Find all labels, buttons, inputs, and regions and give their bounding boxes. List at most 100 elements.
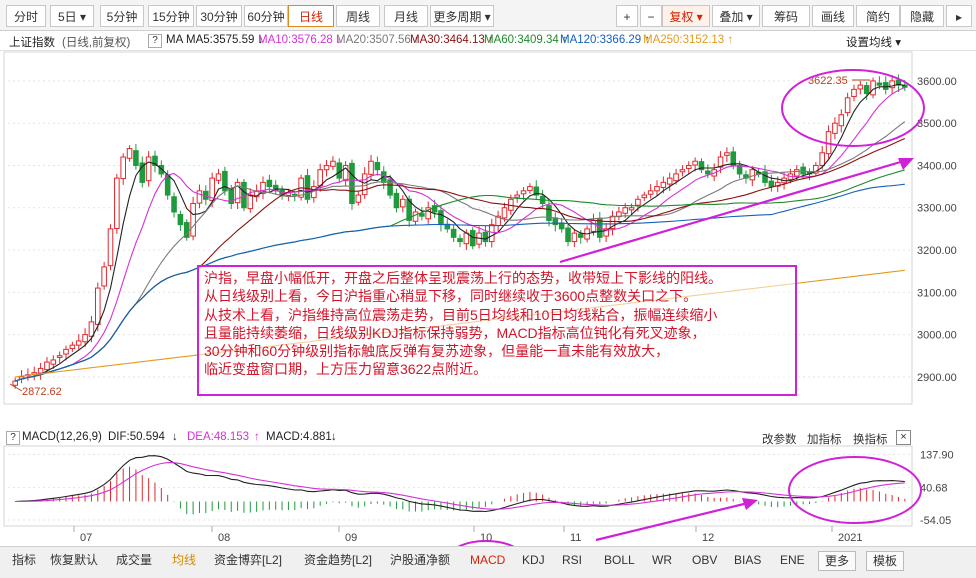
help-icon[interactable]: ? [148, 34, 162, 48]
candle-body [685, 164, 692, 169]
indicator-tab-5[interactable]: 资金趋势[L2] [304, 551, 372, 569]
macd-dea-arrow: ↑ [254, 431, 260, 443]
period-tab-3[interactable]: 15分钟 [148, 5, 194, 27]
candle-body [832, 122, 838, 134]
price-axis-label: 3200.00 [917, 245, 957, 257]
toolbar-tool-1[interactable]: − [640, 5, 662, 27]
period-tab-9[interactable]: 更多周期 ▾ [430, 5, 494, 27]
indicator-tab-10[interactable]: BOLL [604, 551, 635, 569]
toolbar-tool-6[interactable]: 简约 [856, 5, 900, 27]
toolbar: 分时 5日 ▾ 5分钟 15分钟 30分钟 60分钟 日线 周线 月线 更多周期 ▾ + − 复权 ▾ 叠… [0, 0, 976, 31]
toolbar-more-icon[interactable]: ▸ [946, 5, 972, 27]
ma-item-text: MA30:3464.13 [410, 34, 489, 46]
candle-body [368, 160, 374, 175]
ma-item-0: MA5:3575.59 ↓ [186, 34, 263, 46]
ma-item-6: MA250:3152.13 ↑ [643, 34, 733, 46]
period-tab-6[interactable]: 日线 [288, 5, 334, 27]
candle-body [844, 97, 851, 114]
trend-arrow-line [559, 159, 905, 264]
toolbar-tool-7[interactable]: 隐藏 [900, 5, 944, 27]
indicator-tab-16[interactable]: 模板 [866, 551, 905, 571]
macd-panel [15, 455, 906, 515]
indicator-tab-12[interactable]: OBV [692, 551, 717, 569]
toolbar-tool-0[interactable]: + [616, 5, 638, 27]
candle-body [44, 361, 50, 371]
candle-body [171, 196, 177, 213]
annotation-line: 临近变盘窗口期，上方压力留意3622点附近。 [204, 361, 488, 378]
indicator-tab-8[interactable]: KDJ [522, 551, 545, 569]
period-tab-4[interactable]: 30分钟 [196, 5, 242, 27]
indicator-tab-3[interactable]: 均线 [172, 551, 196, 569]
macd-dif-arrow: ↓ [172, 431, 178, 443]
candle-body [666, 177, 673, 185]
candle-body [546, 205, 552, 221]
candle-body [190, 203, 196, 237]
period-tab-5[interactable]: 60分钟 [244, 5, 288, 27]
ma-item-text: MA60:3409.34 [484, 34, 563, 46]
candle-body [196, 190, 203, 204]
toolbar-tool-3[interactable]: 叠加 ▾ [712, 5, 760, 27]
ma-item-1: MA10:3576.28 ↓ [258, 34, 342, 46]
period-tab-2[interactable]: 5分钟 [100, 5, 144, 27]
candle-body [876, 82, 883, 86]
candle-body [565, 227, 571, 243]
candle-body [660, 181, 667, 188]
toolbar-tool-5[interactable]: 画线 [812, 5, 854, 27]
indicator-tab-2[interactable]: 成交量 [116, 551, 152, 569]
candle-body [635, 198, 641, 206]
indicator-tab-0[interactable]: 指标 [12, 551, 36, 569]
price-axis-label: 3500.00 [917, 118, 957, 130]
indicator-tab-15[interactable]: 更多 [818, 551, 857, 571]
candle-body [361, 173, 368, 196]
indicator-tab-14[interactable]: ENE [780, 551, 805, 569]
candle-body [94, 287, 101, 325]
month-label: 12 [702, 532, 714, 544]
candle-body [323, 164, 330, 171]
indicator-tab-1[interactable]: 恢复默认 [50, 551, 98, 569]
toolbar-tool-2[interactable]: 复权 ▾ [662, 5, 710, 27]
ma-settings-button[interactable]: 设置均线 ▾ [846, 34, 901, 50]
ma-item-text: MA250:3152.13 [643, 34, 728, 46]
candle-body [870, 80, 876, 96]
candle-body [400, 198, 406, 208]
ma-item-text: MA5:3575.59 [186, 34, 258, 46]
ma-item-text: MA10:3576.28 [258, 34, 337, 46]
candle-body [863, 85, 870, 95]
candle-body [679, 169, 686, 173]
candle-body [654, 186, 660, 192]
macd-help-icon[interactable]: ? [6, 431, 20, 445]
indicator-tab-11[interactable]: WR [652, 551, 672, 569]
candle-body [450, 228, 457, 238]
candle-body [349, 162, 355, 205]
candle-body [558, 222, 565, 230]
close-icon[interactable]: × [896, 430, 911, 445]
candle-body [145, 156, 152, 182]
add-indicator-button[interactable]: 加指标 [807, 431, 842, 447]
ma-item-arrow: ↑ [727, 34, 734, 46]
ma-item-text: MA120:3366.29 [560, 34, 645, 46]
indicator-tab-6[interactable]: 沪股通净额 [390, 551, 450, 569]
month-label: 11 [570, 532, 581, 544]
switch-indicator-button[interactable]: 换指标 [853, 431, 888, 447]
candle-body [736, 164, 743, 175]
candle-body [133, 150, 139, 166]
ma-item-4: MA60:3409.34 ↑ [484, 34, 568, 46]
candle-body [488, 224, 495, 243]
indicator-tab-13[interactable]: BIAS [734, 551, 761, 569]
period-tab-0[interactable]: 分时 [6, 5, 46, 27]
indicator-tab-7[interactable]: MACD [470, 551, 505, 569]
macd-name: MACD(12,26,9) [22, 431, 102, 443]
ma-label: MA [166, 34, 184, 46]
candle-body [768, 180, 775, 188]
period-tab-1[interactable]: 5日 ▾ [50, 5, 94, 27]
candle-body [571, 232, 578, 243]
indicator-tab-9[interactable]: RSI [562, 551, 582, 569]
month-label: 2021 [838, 532, 862, 544]
candle-body [69, 344, 76, 350]
toolbar-tool-4[interactable]: 筹码 [762, 5, 810, 27]
change-params-button[interactable]: 改参数 [762, 431, 797, 447]
period-tab-8[interactable]: 月线 [384, 5, 428, 27]
indicator-tab-4[interactable]: 资金博弈[L2] [214, 551, 282, 569]
period-tab-7[interactable]: 周线 [336, 5, 380, 27]
candle-body [304, 175, 311, 200]
